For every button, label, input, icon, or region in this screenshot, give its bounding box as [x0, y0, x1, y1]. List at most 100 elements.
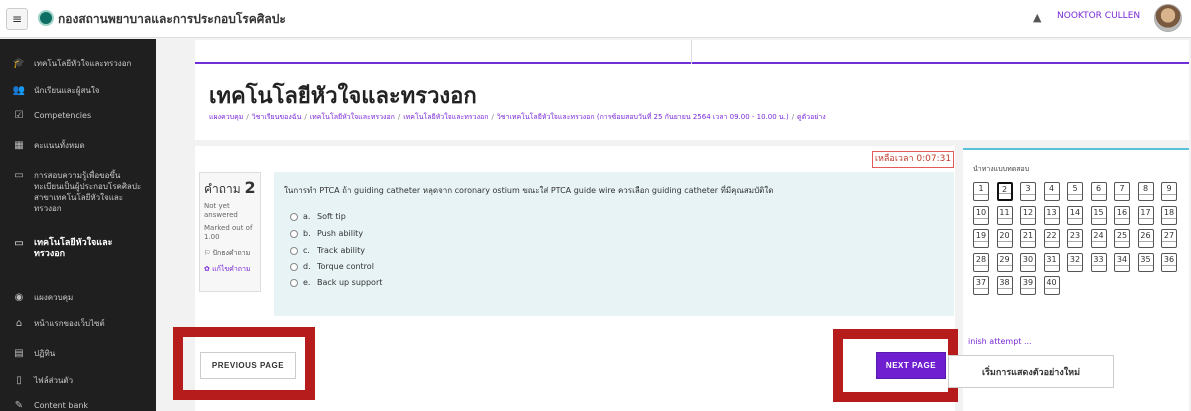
gear-icon: ✿: [204, 265, 213, 273]
radio-button[interactable]: [290, 212, 298, 221]
sidebar-item-label: ปฏิทิน: [34, 349, 56, 358]
question-marks: Marked out of 1.00: [204, 224, 253, 241]
quiz-nav-button-6[interactable]: 6: [1090, 182, 1107, 201]
quiz-nav-button-1[interactable]: 1: [973, 182, 989, 201]
answer-option-e[interactable]: e. Back up support: [290, 278, 382, 287]
sidebar-item-competencies[interactable]: ☑ Competencies: [0, 110, 156, 122]
home-icon: ⌂: [15, 318, 23, 329]
pencil-icon: ✎: [14, 400, 24, 411]
quiz-nav-button-30[interactable]: 30: [1020, 252, 1036, 272]
option-text: Back up support: [317, 278, 383, 287]
next-page-button[interactable]: NEXT PAGE: [876, 352, 946, 379]
quiz-nav-button-34[interactable]: 34: [1114, 252, 1130, 272]
folder-icon: ▭: [14, 238, 24, 249]
radio-button[interactable]: [290, 262, 298, 271]
breadcrumb-item[interactable]: เทคโนโลยีหัวใจและทรวงอก: [403, 113, 488, 121]
sidebar-item-exam-section[interactable]: ▭ การสอบความรู้เพื่อขอขึ้นทะเบียนเป็นผู้…: [0, 170, 150, 214]
quiz-nav-button-12[interactable]: 12: [1020, 205, 1036, 225]
quiz-nav-button-40[interactable]: 40: [1043, 276, 1060, 295]
avatar[interactable]: [1154, 4, 1182, 32]
sidebar-item-current-section[interactable]: ▭ เทคโนโลยีหัวใจและทรวงอก: [0, 238, 156, 260]
hamburger-menu-button[interactable]: ≡: [6, 8, 28, 30]
start-new-preview-button[interactable]: เริ่มการแสดงตัวอย่างใหม่: [948, 355, 1114, 388]
option-text: Soft tip: [317, 212, 346, 221]
radio-button[interactable]: [290, 278, 298, 287]
bell-icon[interactable]: ▲: [1033, 11, 1041, 24]
quiz-nav-button-3[interactable]: 3: [1020, 182, 1036, 201]
quiz-nav-button-20[interactable]: 20: [996, 229, 1013, 248]
quiz-nav-button-21[interactable]: 21: [1020, 229, 1036, 248]
quiz-nav-button-13[interactable]: 13: [1043, 205, 1060, 225]
quiz-nav-button-4[interactable]: 4: [1043, 182, 1060, 201]
quiz-nav-button-15[interactable]: 15: [1090, 205, 1107, 225]
quiz-timer: เหลือเวลา 0:07:31: [872, 151, 954, 168]
quiz-nav-button-17[interactable]: 17: [1137, 205, 1154, 225]
quiz-nav-button-35[interactable]: 35: [1137, 252, 1154, 272]
flag-question-link[interactable]: ⚐ ปักธงคำถาม: [204, 248, 256, 259]
quiz-nav-button-25[interactable]: 25: [1114, 229, 1130, 248]
answer-option-d[interactable]: d. Torque control: [290, 262, 374, 271]
edit-label: แก้ไขคำถาม: [212, 265, 251, 273]
quiz-nav-button-10[interactable]: 10: [973, 205, 989, 225]
quiz-nav-button-24[interactable]: 24: [1090, 229, 1107, 248]
graduation-cap-icon: 🎓: [12, 58, 26, 69]
previous-page-button[interactable]: PREVIOUS PAGE: [200, 352, 296, 379]
edit-question-link[interactable]: ✿ แก้ไขคำถาม: [204, 264, 256, 275]
question-state: Not yet answered: [204, 202, 238, 219]
quiz-nav-button-11[interactable]: 11: [996, 205, 1013, 225]
quiz-nav-button-23[interactable]: 23: [1067, 229, 1083, 248]
quiz-nav-button-32[interactable]: 32: [1067, 252, 1083, 272]
sidebar-item-course[interactable]: 🎓 เทคโนโลยีหัวใจและทรวงอก: [0, 58, 156, 70]
quiz-nav-button-8[interactable]: 8: [1137, 182, 1154, 201]
radio-button[interactable]: [290, 246, 298, 255]
sidebar: 🎓 เทคโนโลยีหัวใจและทรวงอก 👥 นักเรียนและผ…: [0, 39, 156, 411]
sidebar-item-grades[interactable]: ▦ คะแนนทั้งหมด: [0, 140, 156, 152]
calendar-icon: ▤: [14, 348, 24, 359]
sidebar-item-label: เทคโนโลยีหัวใจและทรวงอก: [34, 238, 113, 259]
breadcrumb-item[interactable]: วิชาเรียนของฉัน: [252, 113, 302, 121]
sidebar-item-private-files[interactable]: ▯ ไฟล์ส่วนตัว: [0, 375, 156, 387]
radio-button[interactable]: [290, 229, 298, 238]
quiz-nav-button-19[interactable]: 19: [973, 229, 989, 248]
quiz-nav-button-29[interactable]: 29: [996, 252, 1013, 272]
quiz-nav-button-7[interactable]: 7: [1114, 182, 1130, 201]
breadcrumb-item[interactable]: แผงควบคุม: [209, 113, 243, 121]
option-text: Track ability: [317, 246, 365, 255]
finish-attempt-link[interactable]: inish attempt ...: [968, 337, 1032, 346]
answer-option-a[interactable]: a. Soft tip: [290, 212, 346, 221]
question-number-value: 2: [244, 178, 256, 197]
quiz-nav-title: นำทางแบบทดสอบ: [973, 165, 1030, 173]
sidebar-item-dashboard[interactable]: ◉ แผงควบคุม: [0, 292, 156, 304]
flag-icon: ⚐: [204, 249, 213, 257]
quiz-nav-button-38[interactable]: 38: [996, 276, 1013, 295]
sidebar-item-site-home[interactable]: ⌂ หน้าแรกของเว็บไซต์: [0, 318, 156, 330]
quiz-nav-button-5[interactable]: 5: [1067, 182, 1083, 201]
breadcrumb-item[interactable]: เทคโนโลยีหัวใจและทรวงอก: [310, 113, 395, 121]
user-name[interactable]: NOOKTOR CULLEN: [1057, 11, 1140, 21]
quiz-nav-button-18[interactable]: 18: [1161, 205, 1177, 225]
breadcrumb-current[interactable]: ดูตัวอย่าง: [797, 113, 826, 121]
quiz-nav-button-2[interactable]: 2: [996, 182, 1013, 201]
site-logo[interactable]: [38, 10, 54, 26]
quiz-nav-button-36[interactable]: 36: [1161, 252, 1177, 272]
quiz-nav-button-39[interactable]: 39: [1020, 276, 1036, 295]
quiz-nav-button-33[interactable]: 33: [1090, 252, 1107, 272]
site-name[interactable]: กองสถานพยาบาลและการประกอบโรคศิลปะ: [58, 10, 286, 29]
quiz-nav-button-16[interactable]: 16: [1114, 205, 1130, 225]
breadcrumb-item[interactable]: วิชาเทคโนโลยีหัวใจและทรวงอก (การซ้อมสอบว…: [497, 113, 789, 121]
quiz-nav-button-14[interactable]: 14: [1067, 205, 1083, 225]
quiz-nav-button-28[interactable]: 28: [973, 252, 989, 272]
quiz-nav-button-37[interactable]: 37: [973, 276, 989, 295]
quiz-nav-button-31[interactable]: 31: [1043, 252, 1060, 272]
quiz-nav-button-22[interactable]: 22: [1043, 229, 1060, 248]
sidebar-item-content-bank[interactable]: ✎ Content bank: [0, 400, 156, 411]
quiz-nav-button-27[interactable]: 27: [1161, 229, 1177, 248]
quiz-nav-button-9[interactable]: 9: [1161, 182, 1177, 201]
dashboard-icon: ◉: [14, 292, 24, 303]
sidebar-item-label: หน้าแรกของเว็บไซต์: [34, 319, 105, 328]
answer-option-c[interactable]: c. Track ability: [290, 246, 365, 255]
answer-option-b[interactable]: b. Push ability: [290, 229, 363, 238]
quiz-nav-button-26[interactable]: 26: [1137, 229, 1154, 248]
sidebar-item-calendar[interactable]: ▤ ปฏิทิน: [0, 348, 156, 360]
sidebar-item-participants[interactable]: 👥 นักเรียนและผู้สนใจ: [0, 85, 156, 97]
